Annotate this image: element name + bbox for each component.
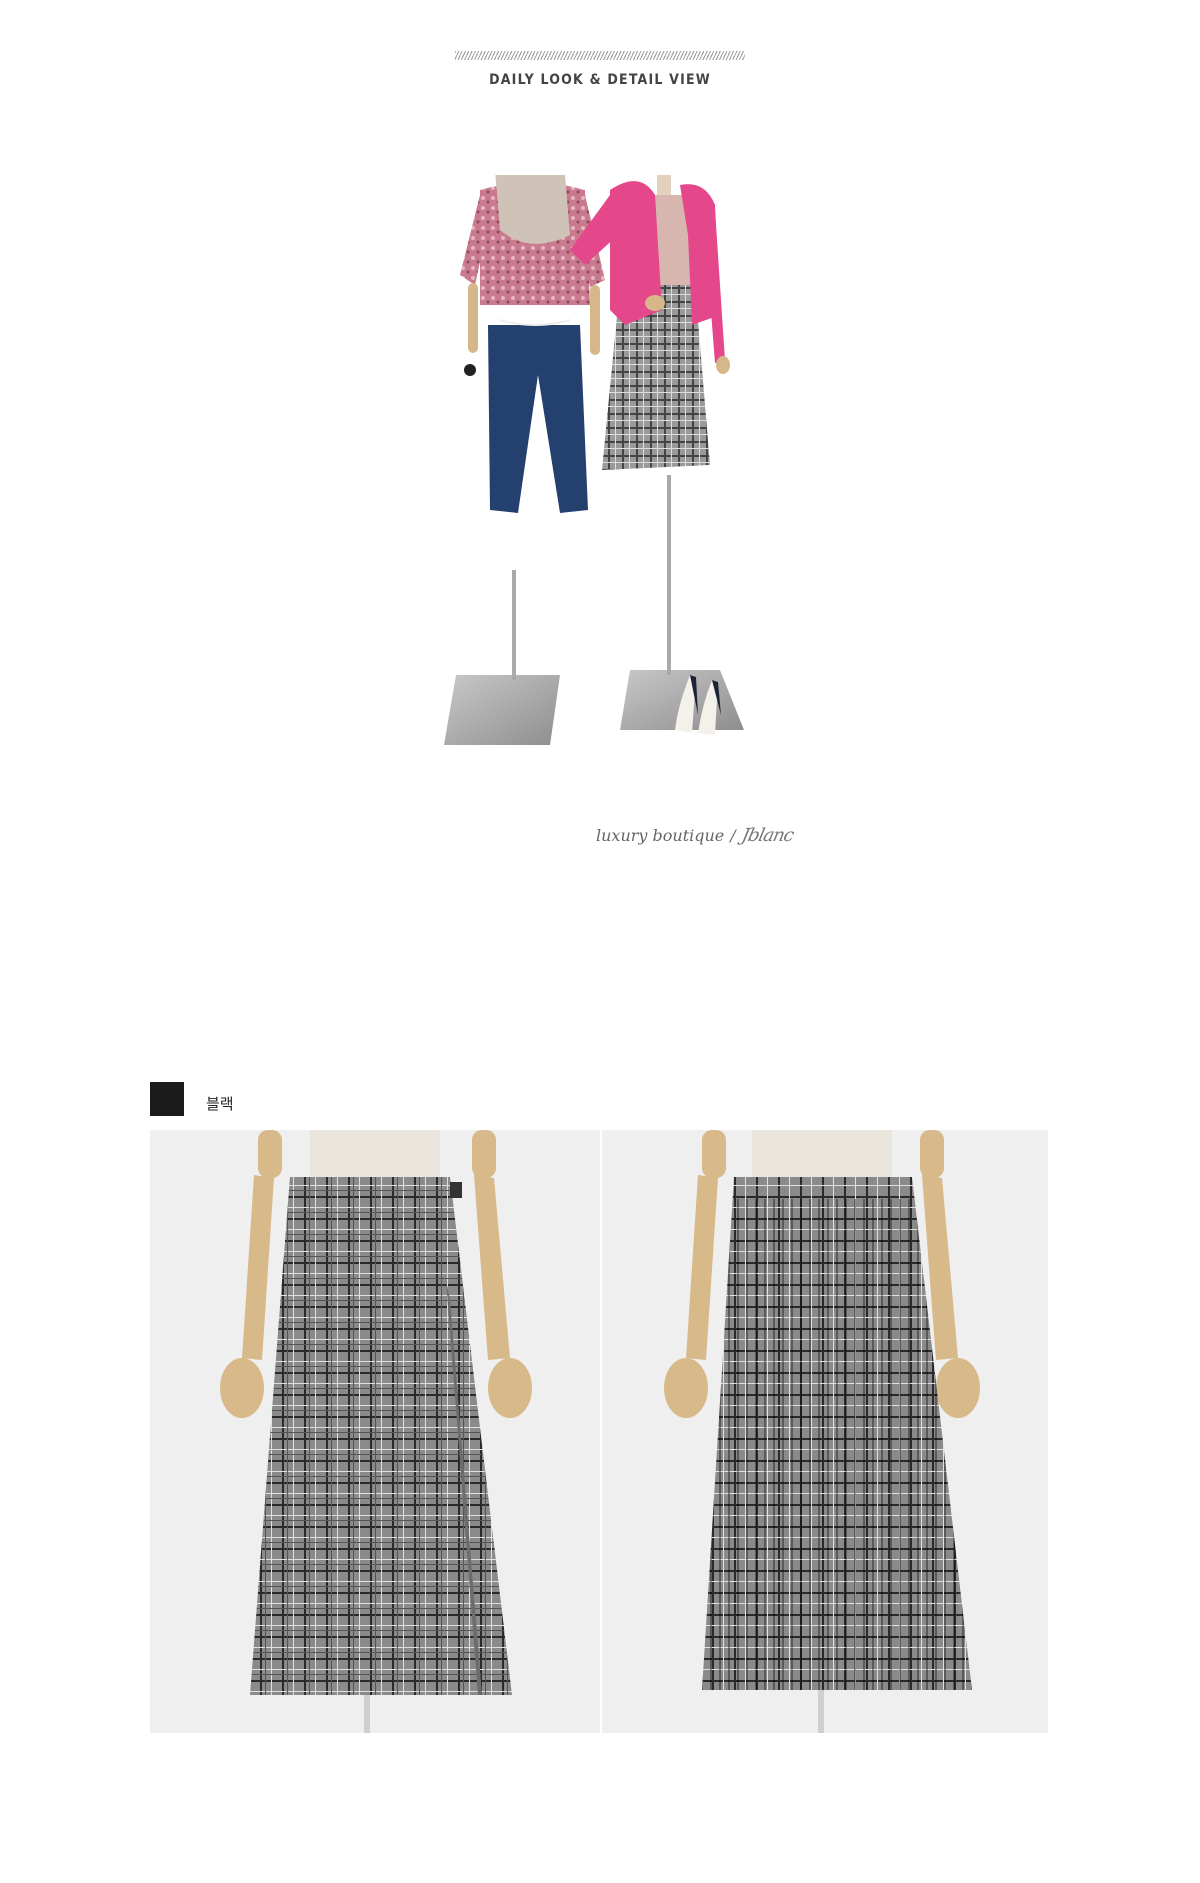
- daily-look-photo: [444, 175, 744, 745]
- color-option-label: 블랙: [206, 1096, 234, 1113]
- brand-signature: luxury boutique / Jblanc: [596, 825, 795, 846]
- section-title: DAILY LOOK & DETAIL VIEW: [489, 72, 711, 88]
- signature-divider: /: [730, 826, 736, 845]
- skirt-back-photo: [602, 1130, 1048, 1733]
- color-swatch-black: [150, 1082, 184, 1116]
- skirt-front-photo: [150, 1130, 600, 1733]
- brand-script-logo: Jblanc: [739, 825, 795, 846]
- hatch-divider: [455, 51, 745, 60]
- brand-tagline: luxury boutique: [596, 826, 725, 845]
